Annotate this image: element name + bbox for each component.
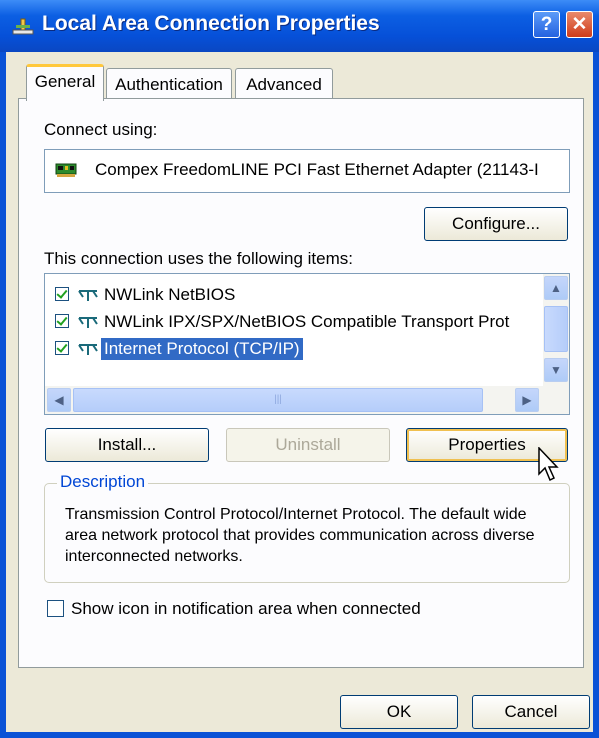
title-bar[interactable]: Local Area Connection Properties ? ✕ bbox=[0, 0, 599, 52]
protocol-icon bbox=[78, 317, 98, 328]
configure-button[interactable]: Configure... bbox=[424, 207, 568, 241]
uninstall-button[interactable]: Uninstall bbox=[226, 428, 390, 462]
ok-button[interactable]: OK bbox=[340, 695, 458, 729]
cancel-button[interactable]: Cancel bbox=[472, 695, 590, 729]
item-checkbox[interactable] bbox=[55, 341, 69, 355]
properties-window: Local Area Connection Properties ? ✕ Gen… bbox=[0, 0, 599, 738]
item-label: Internet Protocol (TCP/IP) bbox=[101, 338, 303, 360]
scroll-right-button[interactable]: ▶ bbox=[515, 388, 539, 412]
item-label: NWLink IPX/SPX/NetBIOS Compatible Transp… bbox=[104, 312, 510, 331]
tab-advanced[interactable]: Advanced bbox=[235, 68, 333, 100]
network-adapter-icon bbox=[55, 163, 77, 177]
window-title: Local Area Connection Properties bbox=[42, 12, 380, 35]
protocol-icon bbox=[78, 344, 98, 355]
items-label: This connection uses the following items… bbox=[44, 249, 353, 268]
description-group: Description Transmission Control Protoco… bbox=[44, 472, 570, 583]
tab-authentication[interactable]: Authentication bbox=[106, 68, 232, 100]
tab-general[interactable]: General bbox=[26, 64, 104, 101]
close-button[interactable]: ✕ bbox=[566, 11, 593, 38]
adapter-name: Compex FreedomLINE PCI Fast Ethernet Ada… bbox=[95, 160, 539, 179]
description-title: Description bbox=[57, 472, 149, 492]
adapter-field: Compex FreedomLINE PCI Fast Ethernet Ada… bbox=[44, 149, 570, 193]
mouse-pointer-icon bbox=[538, 447, 559, 482]
description-text: Transmission Control Protocol/Internet P… bbox=[65, 506, 535, 565]
vertical-scrollbar[interactable]: ▲ ▼ bbox=[543, 274, 569, 386]
connect-using-label: Connect using: bbox=[44, 120, 158, 139]
vertical-scroll-thumb[interactable] bbox=[544, 306, 568, 352]
scroll-down-button[interactable]: ▼ bbox=[544, 358, 568, 382]
item-checkbox[interactable] bbox=[55, 314, 69, 328]
item-label: NWLink NetBIOS bbox=[104, 285, 236, 304]
scroll-left-button[interactable]: ◀ bbox=[47, 388, 71, 412]
install-button[interactable]: Install... bbox=[45, 428, 209, 462]
horizontal-scrollbar[interactable]: ◀ ||| ▶ bbox=[45, 386, 569, 414]
notify-checkbox-label[interactable]: Show icon in notification area when conn… bbox=[71, 599, 421, 619]
horizontal-scroll-thumb[interactable]: ||| bbox=[73, 388, 483, 412]
help-icon: ? bbox=[540, 14, 553, 35]
network-connection-icon bbox=[12, 18, 34, 35]
close-icon: ✕ bbox=[571, 14, 588, 35]
components-list[interactable]: NWLink NetBIOS NWLink IPX/SPX/NetBIOS Co… bbox=[44, 273, 570, 415]
notify-checkbox[interactable] bbox=[47, 600, 64, 617]
scroll-up-button[interactable]: ▲ bbox=[544, 276, 568, 300]
help-button[interactable]: ? bbox=[533, 11, 560, 38]
item-checkbox[interactable] bbox=[55, 287, 69, 301]
protocol-icon bbox=[78, 290, 98, 301]
